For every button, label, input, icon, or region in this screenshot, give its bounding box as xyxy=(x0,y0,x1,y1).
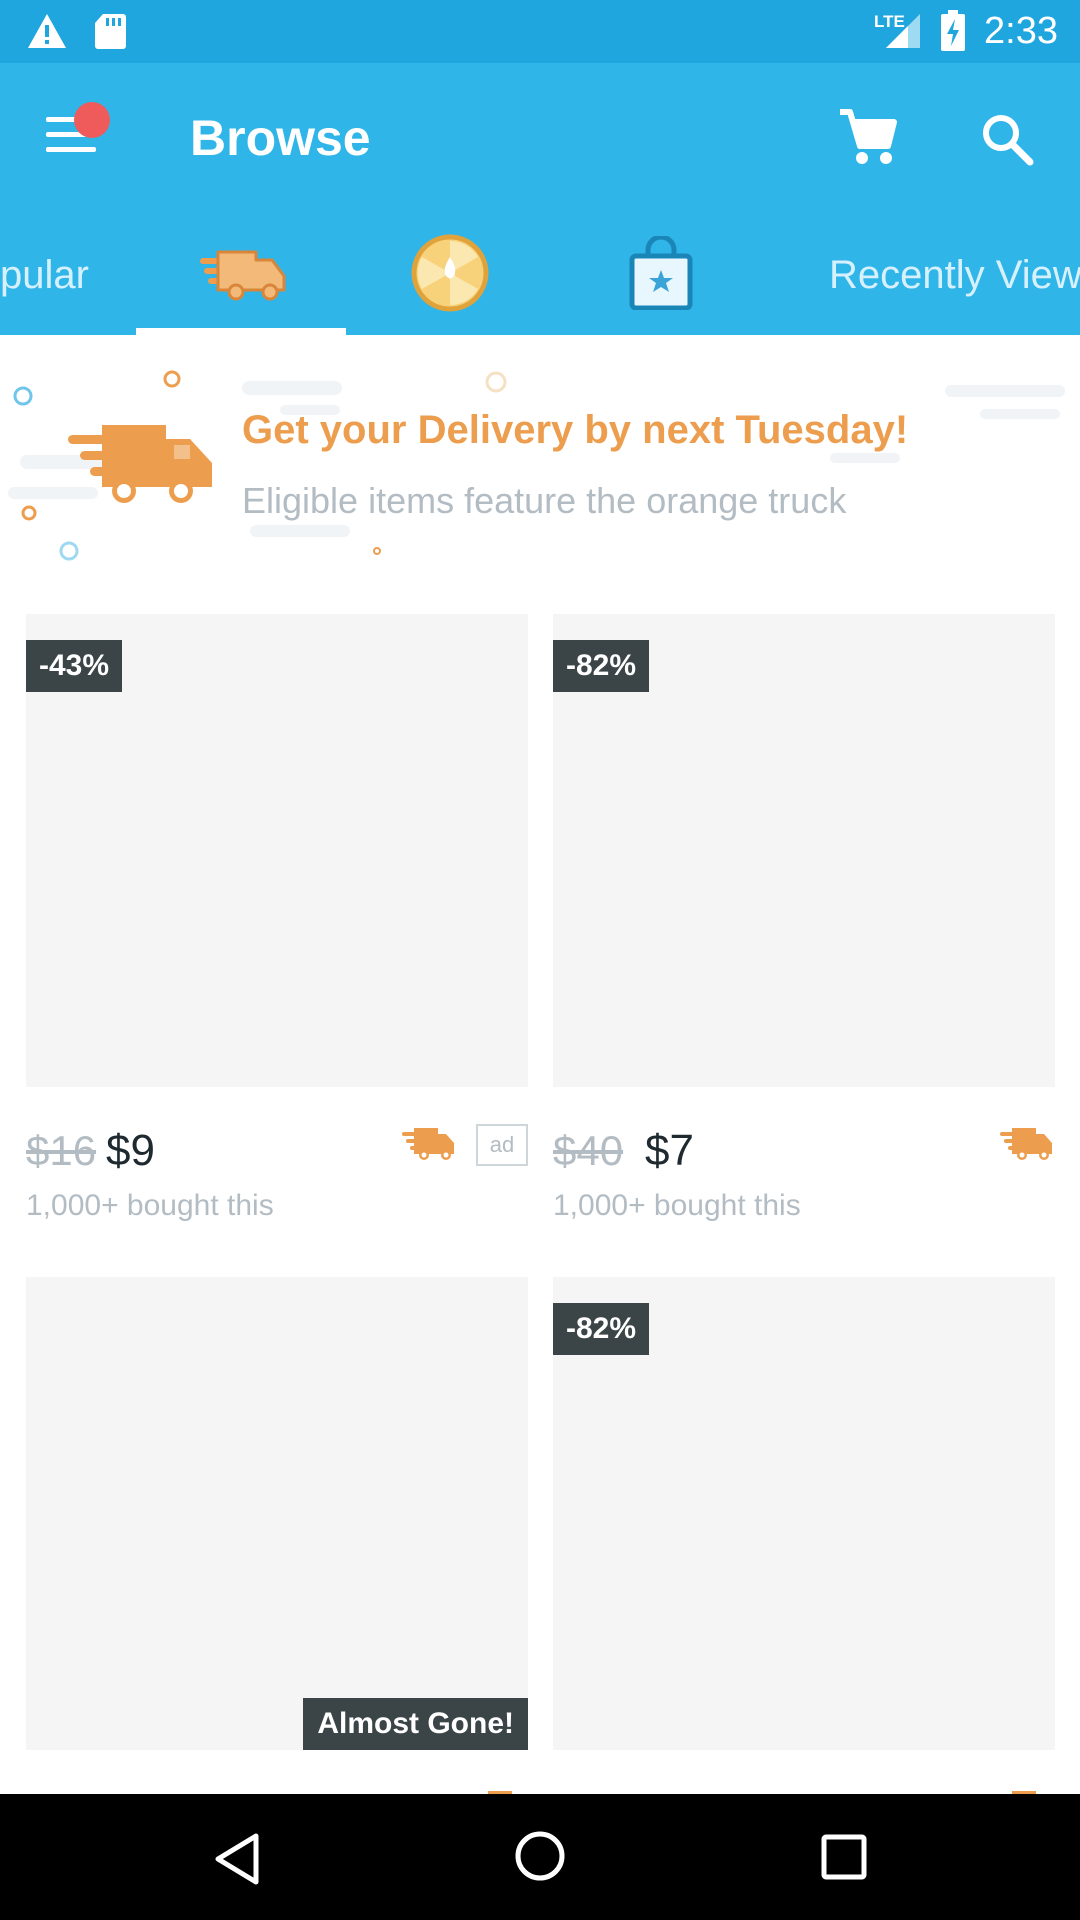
battery-charging-icon xyxy=(941,10,965,51)
tab-popular[interactable]: pular xyxy=(0,250,89,300)
back-icon[interactable] xyxy=(212,1832,262,1886)
bought-count: 1,000+ bought this xyxy=(553,1189,801,1222)
page-title: Browse xyxy=(190,110,371,166)
original-price: $16 xyxy=(26,1127,97,1174)
price-row: $40 $7 xyxy=(553,1122,1055,1182)
tab-delivery-truck-icon[interactable] xyxy=(198,246,288,304)
almost-gone-badge: Almost Gone! xyxy=(303,1698,528,1750)
signal-icon xyxy=(886,14,920,48)
discount-badge: -82% xyxy=(553,1303,650,1355)
ad-label: ad xyxy=(476,1124,528,1166)
clock: 2:33 xyxy=(984,10,1058,52)
notification-dot xyxy=(74,102,110,138)
tab-shopping-bag-star-icon[interactable] xyxy=(628,236,694,310)
delivery-truck-icon xyxy=(68,425,212,503)
search-icon[interactable] xyxy=(980,112,1034,166)
fast-delivery-truck-icon xyxy=(1000,1128,1052,1160)
price-row: $39 $7 xyxy=(553,1785,1055,1794)
product-image[interactable] xyxy=(26,1277,528,1750)
price-row: $16 $9 ad xyxy=(26,1122,528,1182)
home-icon[interactable] xyxy=(514,1830,566,1882)
product-card[interactable]: Almost Gone! $14 xyxy=(26,1277,528,1794)
sd-card-icon xyxy=(95,14,126,49)
sale-price: $7 xyxy=(645,1126,694,1175)
sale-price: $14 xyxy=(26,1785,99,1794)
product-card[interactable]: -43% $16 $9 ad 1,000+ bought this xyxy=(26,614,528,1234)
discount-badge: -43% xyxy=(26,640,123,692)
bought-count: 1,000+ bought this xyxy=(26,1189,274,1222)
system-nav-bar xyxy=(0,1794,1080,1920)
original-price: $40 xyxy=(553,1127,624,1174)
discount-badge: -82% xyxy=(553,640,650,692)
recents-icon[interactable] xyxy=(821,1834,867,1880)
product-card[interactable]: -82% $40 $7 1,000+ bought this xyxy=(553,614,1055,1234)
status-bar: LTE 2:33 xyxy=(0,0,1080,63)
sale-price: $7 xyxy=(645,1785,694,1794)
cart-icon[interactable] xyxy=(838,108,898,166)
sale-price: $9 xyxy=(106,1126,155,1175)
alert-icon xyxy=(28,14,66,48)
price-row: $14 xyxy=(26,1785,528,1794)
delivery-banner xyxy=(0,335,1080,575)
banner-subtitle: Eligible items feature the orange truck xyxy=(242,480,847,521)
product-card[interactable]: -82% $39 $7 xyxy=(553,1277,1055,1794)
original-price: $39 xyxy=(553,1785,623,1794)
banner-title: Get your Delivery by next Tuesday! xyxy=(242,408,909,452)
tab-wheel-icon[interactable] xyxy=(410,233,490,313)
fast-delivery-truck-icon xyxy=(402,1128,454,1160)
tab-selected-indicator xyxy=(136,328,346,335)
tab-recently-viewed[interactable]: Recently View xyxy=(829,250,1080,300)
